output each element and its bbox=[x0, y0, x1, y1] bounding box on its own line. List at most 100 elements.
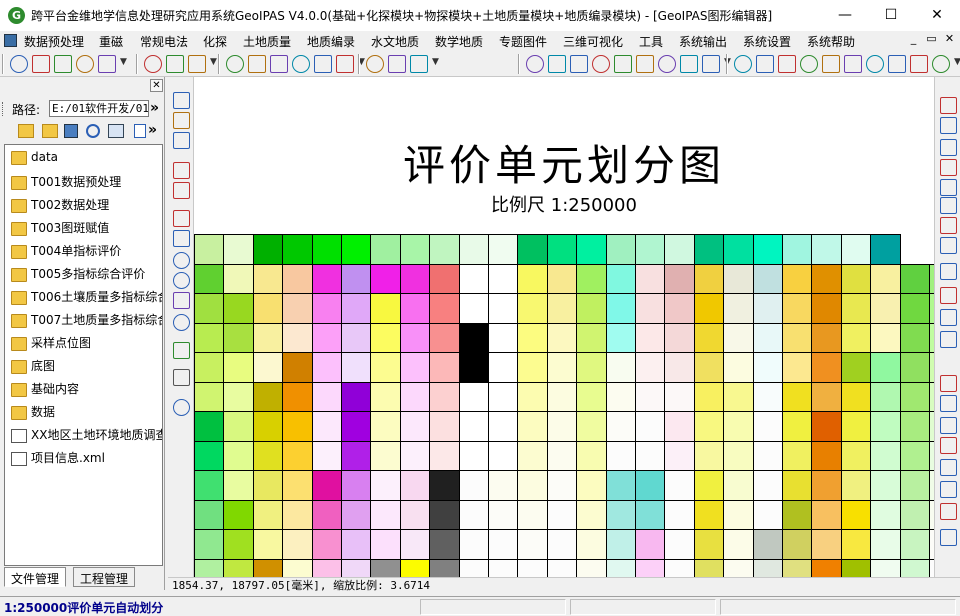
menu-item[interactable]: 三维可视化 bbox=[563, 33, 623, 50]
tree-folder-item[interactable]: T004单指标评价 bbox=[11, 242, 121, 260]
sigma-icon[interactable] bbox=[388, 55, 406, 73]
export-icon[interactable] bbox=[888, 55, 906, 73]
label-edit-icon[interactable] bbox=[940, 263, 957, 280]
tree-folder-item[interactable]: T006土壤质量多指标综合 bbox=[11, 288, 162, 306]
pan-icon[interactable] bbox=[10, 55, 28, 73]
refresh-icon[interactable] bbox=[173, 314, 190, 331]
properties-icon[interactable] bbox=[108, 124, 124, 138]
tree-folder-item[interactable]: T003图斑赋值 bbox=[11, 219, 109, 237]
tab-project-management[interactable]: 工程管理 bbox=[73, 567, 136, 587]
menu-item[interactable]: 数学地质 bbox=[435, 33, 483, 50]
delete-icon[interactable] bbox=[173, 162, 190, 179]
curve-copy-icon[interactable] bbox=[940, 437, 957, 454]
layer-icon[interactable] bbox=[548, 55, 566, 73]
menu-item[interactable]: 常规电法 bbox=[140, 33, 188, 50]
select-icon[interactable] bbox=[54, 55, 72, 73]
curve-split-icon[interactable] bbox=[940, 459, 957, 476]
curve-edit-icon[interactable] bbox=[940, 395, 957, 412]
contour-icon[interactable] bbox=[226, 55, 244, 73]
calc-icon[interactable] bbox=[778, 55, 796, 73]
calc-icon[interactable] bbox=[734, 55, 752, 73]
map-icon[interactable] bbox=[592, 55, 610, 73]
zoom-icon[interactable] bbox=[32, 55, 50, 73]
calc-icon[interactable] bbox=[756, 55, 774, 73]
open-file-icon[interactable] bbox=[173, 112, 190, 129]
curve-add-icon[interactable] bbox=[940, 375, 957, 392]
toolbar-dropdown-icon[interactable]: ▼ bbox=[954, 57, 960, 67]
curve-icon[interactable] bbox=[144, 55, 162, 73]
label-link-icon[interactable] bbox=[940, 331, 957, 348]
chart-icon[interactable] bbox=[314, 55, 332, 73]
new-file-icon[interactable] bbox=[173, 92, 190, 109]
menu-item[interactable]: 地质编录 bbox=[307, 33, 355, 50]
new-folder-icon[interactable] bbox=[42, 124, 58, 138]
curve-join-icon[interactable] bbox=[940, 481, 957, 498]
print-icon[interactable] bbox=[173, 369, 190, 386]
tree-file-item[interactable]: XX地区土地环境地质调查 bbox=[11, 426, 162, 444]
file-tree[interactable]: data T001数据预处理 T002数据处理 T003图斑赋值 T004单指标评价 T0… bbox=[4, 144, 163, 566]
actual-size-icon[interactable] bbox=[173, 210, 190, 227]
parent-folder-icon[interactable] bbox=[18, 124, 34, 138]
copy-icon[interactable] bbox=[910, 55, 928, 73]
node-edit-icon[interactable] bbox=[940, 159, 957, 176]
save-icon[interactable] bbox=[173, 132, 190, 149]
hatch-icon[interactable] bbox=[270, 55, 288, 73]
frame-icon[interactable] bbox=[526, 55, 544, 73]
tree-folder-item[interactable]: 基础内容 bbox=[11, 380, 79, 398]
doc-close-button[interactable]: ✕ bbox=[942, 32, 957, 47]
note-icon[interactable] bbox=[844, 55, 862, 73]
checker-icon[interactable] bbox=[680, 55, 698, 73]
legend-icon[interactable] bbox=[614, 55, 632, 73]
curve-delete-icon[interactable] bbox=[940, 503, 957, 520]
symbol-icon[interactable] bbox=[702, 55, 720, 73]
menu-item[interactable]: 专题图件 bbox=[499, 33, 547, 50]
menu-item[interactable]: 数据预处理 bbox=[24, 33, 84, 50]
histogram-icon[interactable] bbox=[410, 55, 428, 73]
overlay-icon[interactable] bbox=[570, 55, 588, 73]
sort-icon[interactable] bbox=[366, 55, 384, 73]
polygon-icon[interactable] bbox=[292, 55, 310, 73]
tree-folder-item[interactable]: data bbox=[11, 150, 58, 168]
tree-folder-item[interactable]: 底图 bbox=[11, 357, 55, 375]
menu-item[interactable]: 系统设置 bbox=[743, 33, 791, 50]
color-icon[interactable] bbox=[636, 55, 654, 73]
tab-file-management[interactable]: 文件管理 bbox=[4, 567, 67, 587]
pan-hand-icon[interactable] bbox=[173, 292, 190, 309]
maximize-button[interactable]: ☐ bbox=[868, 0, 914, 31]
tree-folder-item[interactable]: 数据 bbox=[11, 403, 55, 421]
refresh-icon[interactable] bbox=[86, 124, 100, 138]
export-icon[interactable] bbox=[134, 124, 146, 138]
map-canvas[interactable]: 评价单元划分图 比例尺 1:250000 bbox=[194, 77, 934, 577]
path-input[interactable]: E:/01软件开发/01 bbox=[49, 100, 149, 117]
doc-restore-button[interactable]: ▭ bbox=[924, 32, 939, 47]
panel-close-button[interactable]: ✕ bbox=[150, 79, 163, 92]
layer-manager-icon[interactable] bbox=[173, 342, 190, 359]
circles-icon[interactable] bbox=[658, 55, 676, 73]
tree-folder-item[interactable]: T002数据处理 bbox=[11, 196, 109, 214]
more-button[interactable]: » bbox=[148, 122, 157, 138]
redo-icon[interactable] bbox=[940, 217, 957, 234]
tree-folder-item[interactable]: T001数据预处理 bbox=[11, 173, 121, 191]
line-edit-icon[interactable] bbox=[166, 55, 184, 73]
path-go-button[interactable]: » bbox=[150, 100, 159, 116]
palette-icon[interactable] bbox=[336, 55, 354, 73]
tree-folder-item[interactable]: 采样点位图 bbox=[11, 334, 91, 352]
node-icon[interactable] bbox=[188, 55, 206, 73]
menu-item[interactable]: 重磁 bbox=[99, 33, 123, 50]
eye-icon[interactable] bbox=[940, 97, 957, 114]
doc-minimize-button[interactable]: _ bbox=[906, 32, 921, 47]
save-icon[interactable] bbox=[932, 55, 950, 73]
toolbar-dropdown-icon[interactable]: ▼ bbox=[432, 57, 439, 67]
view-icon[interactable] bbox=[64, 124, 78, 138]
close-button[interactable]: ✕ bbox=[914, 0, 960, 31]
expand-icon[interactable] bbox=[940, 529, 957, 546]
menu-item[interactable]: 工具 bbox=[639, 33, 663, 50]
calc-icon[interactable] bbox=[800, 55, 818, 73]
label-move-icon[interactable] bbox=[940, 309, 957, 326]
label-delete-icon[interactable] bbox=[940, 287, 957, 304]
tree-folder-item[interactable]: T007土地质量多指标综合 bbox=[11, 311, 162, 329]
menu-item[interactable]: 土地质量 bbox=[243, 33, 291, 50]
help-icon[interactable] bbox=[173, 399, 190, 416]
pin-icon[interactable] bbox=[940, 117, 957, 134]
zoom-in-icon[interactable] bbox=[173, 252, 190, 269]
